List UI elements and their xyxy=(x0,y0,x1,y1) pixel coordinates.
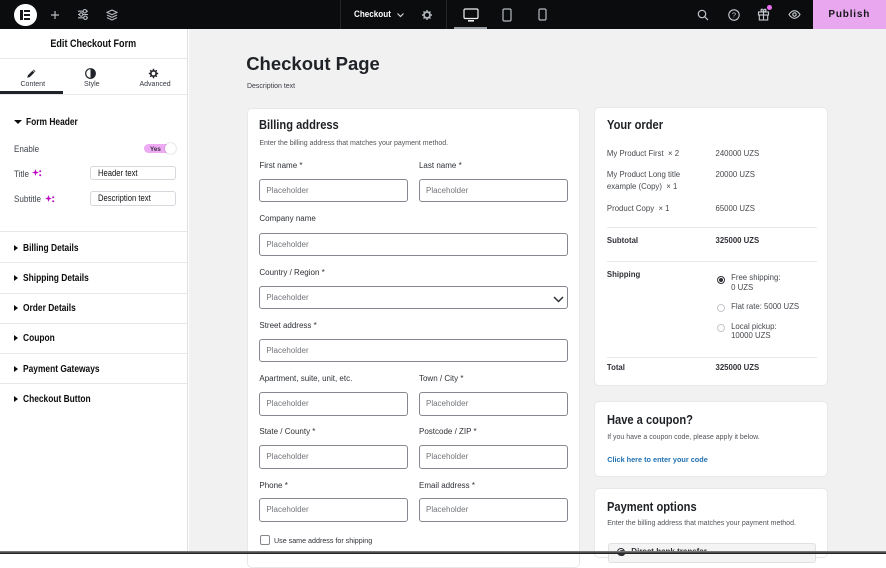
svg-text:?: ? xyxy=(732,10,736,19)
